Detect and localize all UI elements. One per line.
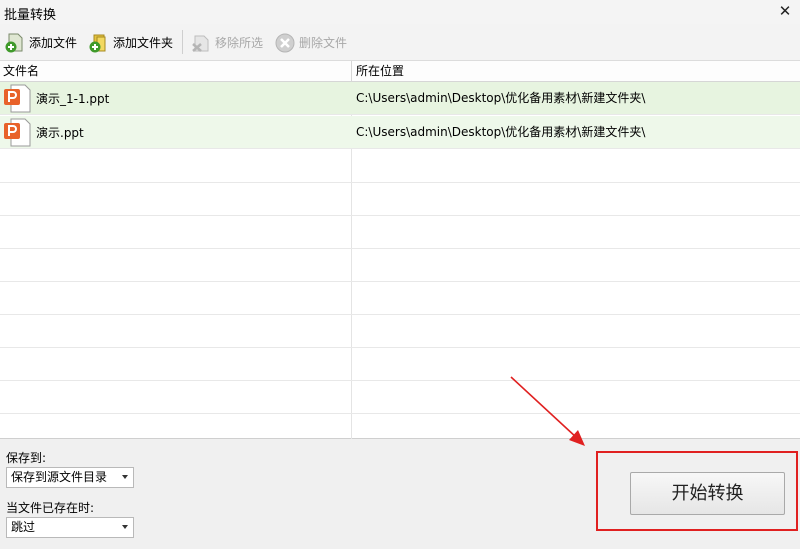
add-file-icon xyxy=(4,32,26,54)
save-to-dropdown[interactable]: 保存到源文件目录 xyxy=(6,467,134,488)
save-to-label: 保存到: xyxy=(6,451,47,465)
file-name: 演示.ppt xyxy=(36,126,84,140)
chevron-down-icon xyxy=(122,475,128,479)
table-row[interactable]: 演示_1-1.ppt C:\Users\admin\Desktop\优化备用素材… xyxy=(0,82,800,115)
delete-icon xyxy=(274,32,296,54)
empty-row xyxy=(0,348,800,381)
add-file-label: 添加文件 xyxy=(29,36,78,50)
add-folder-icon xyxy=(88,32,110,54)
batch-convert-dialog: 批量转换 ✕ 添加文件 添加文件夹 移除所选 删除文件 文件名 所在位置 演示_… xyxy=(0,0,800,549)
ppt-file-icon xyxy=(3,83,31,114)
remove-selected-icon xyxy=(190,32,212,54)
filename-cell: 演示_1-1.ppt xyxy=(0,82,351,115)
table-row[interactable]: 演示.ppt C:\Users\admin\Desktop\优化备用素材\新建文… xyxy=(0,116,800,149)
column-header-location[interactable]: 所在位置 xyxy=(352,61,800,82)
empty-row xyxy=(0,249,800,282)
file-list[interactable]: 文件名 所在位置 演示_1-1.ppt C:\Users\admin\Deskt… xyxy=(0,61,800,439)
add-folder-button[interactable]: 添加文件夹 xyxy=(88,29,173,56)
empty-row xyxy=(0,216,800,249)
delete-file-button[interactable]: 删除文件 xyxy=(274,29,347,56)
annotation-arrow xyxy=(510,376,585,446)
toolbar: 添加文件 添加文件夹 移除所选 删除文件 xyxy=(0,24,800,61)
empty-row xyxy=(0,150,800,183)
title-bar: 批量转换 ✕ xyxy=(0,0,800,24)
ppt-file-icon xyxy=(3,117,31,148)
remove-selected-button[interactable]: 移除所选 xyxy=(190,29,263,56)
window-title: 批量转换 xyxy=(4,8,57,23)
file-exists-label: 当文件已存在时: xyxy=(6,501,95,515)
file-exists-dropdown[interactable]: 跳过 xyxy=(6,517,134,538)
add-file-button[interactable]: 添加文件 xyxy=(4,29,77,56)
filename-cell: 演示.ppt xyxy=(0,116,351,149)
close-icon[interactable]: ✕ xyxy=(776,2,794,20)
empty-row xyxy=(0,282,800,315)
empty-row xyxy=(0,183,800,216)
remove-selected-label: 移除所选 xyxy=(215,36,264,50)
add-folder-label: 添加文件夹 xyxy=(113,36,174,50)
delete-file-label: 删除文件 xyxy=(299,36,348,50)
file-name: 演示_1-1.ppt xyxy=(36,92,110,106)
list-header: 文件名 所在位置 xyxy=(0,61,800,82)
chevron-down-icon xyxy=(122,525,128,529)
empty-row xyxy=(0,315,800,348)
save-to-value: 保存到源文件目录 xyxy=(11,470,108,484)
file-path: C:\Users\admin\Desktop\优化备用素材\新建文件夹\ xyxy=(356,125,646,139)
file-exists-value: 跳过 xyxy=(11,520,36,534)
toolbar-separator xyxy=(182,30,183,54)
column-header-filename[interactable]: 文件名 xyxy=(0,61,352,82)
start-convert-button[interactable]: 开始转换 xyxy=(630,472,785,515)
empty-row xyxy=(0,381,800,414)
file-path: C:\Users\admin\Desktop\优化备用素材\新建文件夹\ xyxy=(356,91,646,105)
